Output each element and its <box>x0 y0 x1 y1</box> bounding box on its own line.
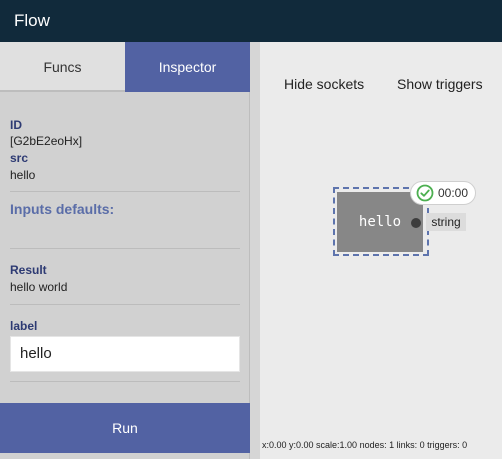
panel-resize-handle[interactable] <box>250 42 260 459</box>
run-button[interactable]: Run <box>0 403 250 453</box>
output-socket[interactable] <box>411 218 421 228</box>
label-field-label: label <box>10 319 38 333</box>
divider <box>10 248 240 249</box>
divider <box>10 191 240 192</box>
tab-inspector[interactable]: Inspector <box>125 42 250 92</box>
canvas-status-bar: x:0.00 y:0.00 scale:1.00 nodes: 1 links:… <box>262 440 468 450</box>
result-label: Result <box>10 263 47 277</box>
inputs-defaults-label: Inputs defaults: <box>10 201 115 217</box>
tab-funcs[interactable]: Funcs <box>0 42 125 92</box>
node-timer: 00:00 <box>438 186 469 200</box>
result-value: hello world <box>10 280 68 294</box>
show-triggers-button[interactable]: Show triggers <box>397 76 483 92</box>
divider <box>10 304 240 305</box>
divider <box>10 381 240 382</box>
src-label: src <box>10 151 29 165</box>
app-header: Flow <box>0 0 502 42</box>
hide-sockets-button[interactable]: Hide sockets <box>284 76 364 92</box>
app-title: Flow <box>14 11 50 30</box>
sidebar: Funcs Inspector ID [G2bE2eoHx] src hello… <box>0 42 250 459</box>
check-circle-icon <box>416 184 434 202</box>
flow-canvas[interactable]: Hide sockets Show triggers hello string … <box>260 42 502 459</box>
node-timer-badge: 00:00 <box>410 181 476 205</box>
id-label: ID <box>10 118 22 132</box>
id-value: [G2bE2eoHx] <box>10 134 83 148</box>
label-input[interactable]: hello <box>10 336 240 372</box>
src-value: hello <box>10 168 36 182</box>
socket-type-label: string <box>426 213 466 231</box>
